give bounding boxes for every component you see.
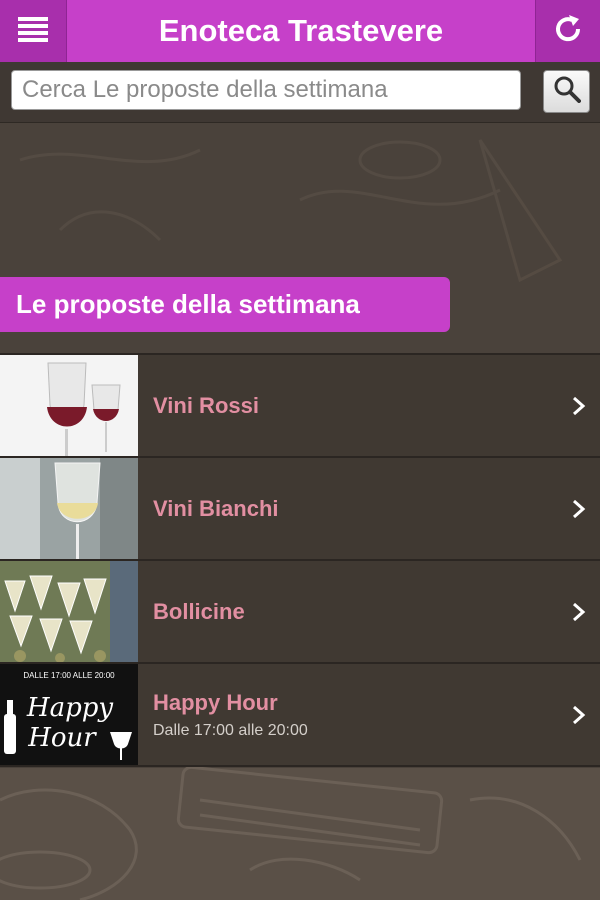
list-item-vini-bianchi[interactable]: Vini Bianchi	[0, 456, 600, 559]
sparkling-wine-thumbnail	[0, 561, 138, 662]
refresh-icon	[552, 13, 584, 50]
chevron-right-icon	[572, 355, 586, 456]
app-header: Enoteca Trastevere	[0, 0, 600, 64]
happy-hour-time-text: DALLE 17:00 ALLE 20:00	[23, 671, 115, 680]
white-wine-thumbnail	[0, 458, 138, 559]
menu-button[interactable]	[0, 0, 67, 62]
list-item-vini-rossi[interactable]: Vini Rossi	[0, 353, 600, 456]
chevron-right-icon	[572, 561, 586, 662]
search-input[interactable]	[11, 70, 521, 110]
happy-hour-thumbnail: DALLE 17:00 ALLE 20:00 Happy Hour	[0, 664, 138, 765]
list-item-happy-hour[interactable]: DALLE 17:00 ALLE 20:00 Happy Hour Happy …	[0, 662, 600, 767]
category-list: Vini Rossi Vini Bianchi Bollicine DALLE …	[0, 353, 600, 767]
section-title: Le proposte della settimana	[0, 277, 450, 332]
item-label: Vini Bianchi	[153, 495, 279, 521]
chevron-right-icon	[572, 664, 586, 765]
page-title: Enoteca Trastevere	[158, 13, 444, 48]
chevron-right-icon	[572, 458, 586, 559]
search-bar	[0, 62, 600, 123]
red-wine-thumbnail	[0, 355, 138, 456]
hamburger-menu-icon	[18, 16, 48, 47]
happy-hour-script-top: Happy	[26, 693, 113, 723]
item-subtitle: Dalle 17:00 alle 20:00	[153, 721, 308, 739]
refresh-button[interactable]	[535, 0, 600, 62]
item-label: Bollicine	[153, 598, 245, 624]
happy-hour-script-bottom: Hour	[27, 723, 97, 753]
search-icon	[553, 75, 581, 108]
list-item-bollicine[interactable]: Bollicine	[0, 559, 600, 662]
item-label: Happy Hour	[153, 689, 278, 715]
search-button[interactable]	[543, 70, 590, 113]
item-label: Vini Rossi	[153, 392, 259, 418]
